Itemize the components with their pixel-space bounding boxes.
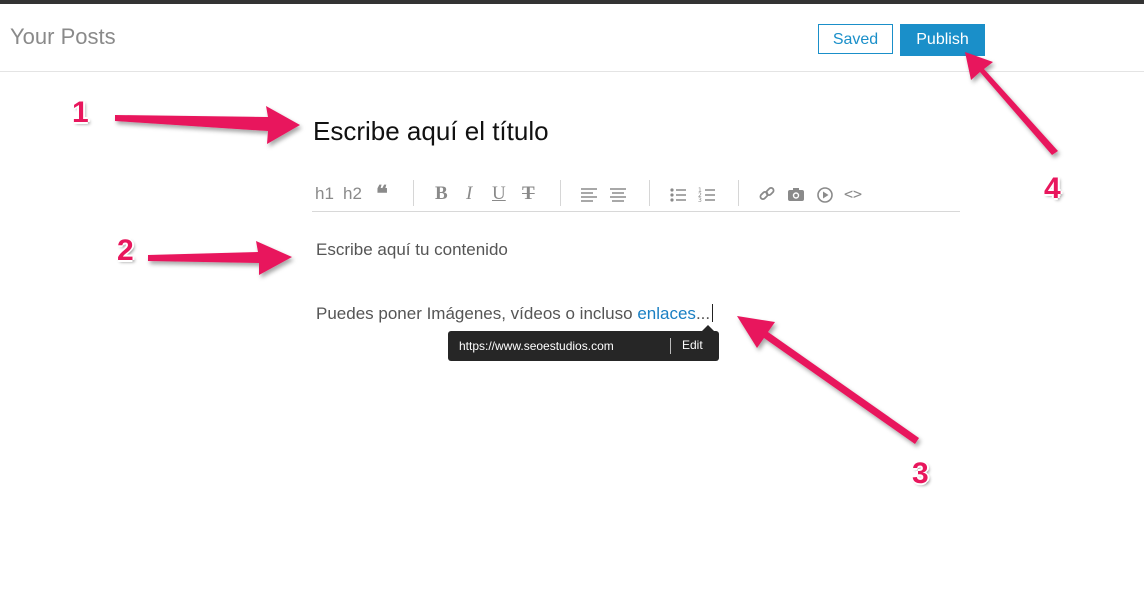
annotation-arrows <box>115 52 1058 444</box>
annotation-arrow-1 <box>115 106 300 144</box>
annotation-number-2: 2 <box>117 234 134 267</box>
annotation-arrow-2 <box>148 241 292 275</box>
annotation-arrow-3 <box>737 316 919 444</box>
annotation-number-3: 3 <box>912 457 929 490</box>
annotation-arrow-4 <box>965 52 1058 155</box>
annotation-number-1: 1 <box>72 96 89 129</box>
annotation-number-4: 4 <box>1044 172 1061 205</box>
